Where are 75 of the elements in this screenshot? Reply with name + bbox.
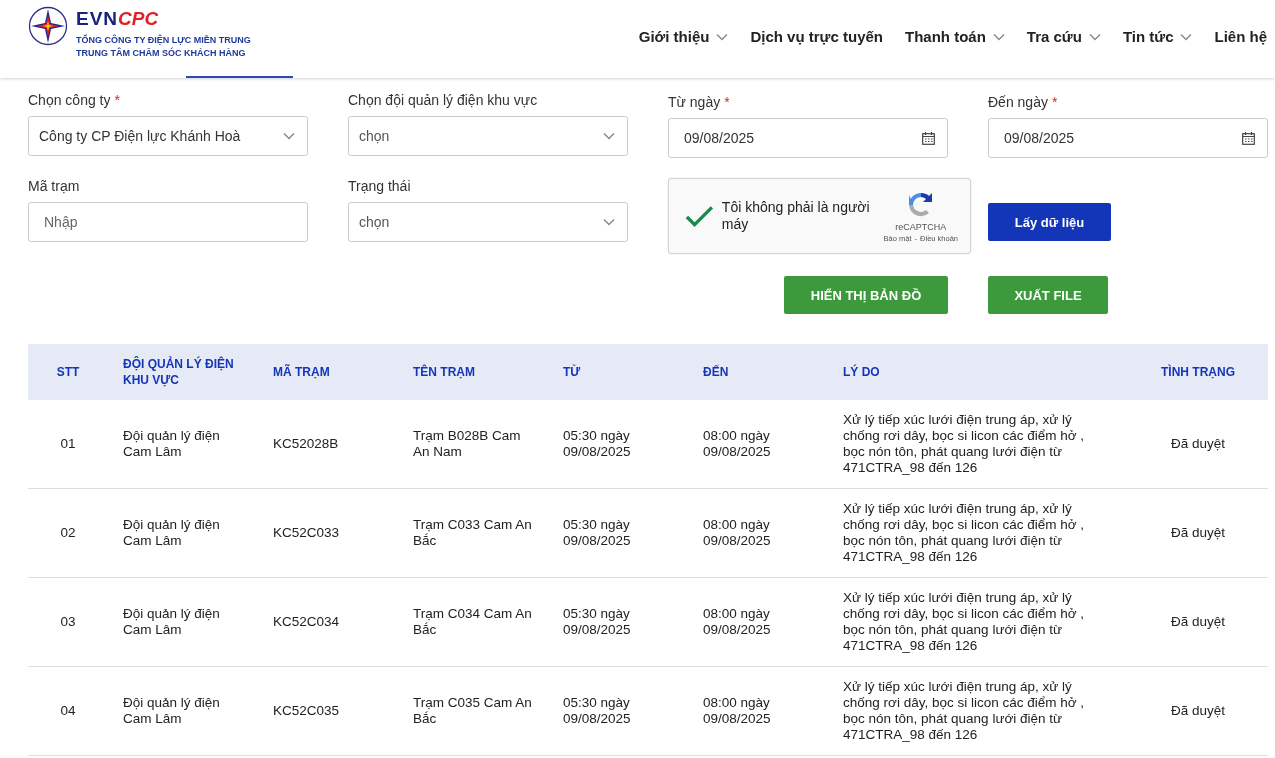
table-cell-text: Xử lý tiếp xúc lưới điện trung áp, xử lý chống rơi dây, bọc si licon các điểm hở , bọc nón tôn, phát quang lưới điện từ 471CTRA_98 đến 126: [842, 679, 1086, 743]
table-cell-text: 08:00 ngày 09/08/2025: [702, 428, 772, 460]
table-cell-text: KC52C034: [272, 614, 341, 630]
action-button[interactable]: HIỂN THỊ BẢN ĐỒ: [784, 276, 948, 314]
table-cell-text: 08:00 ngày 09/08/2025: [702, 695, 772, 727]
table-cell-text: Đã duyệt: [1169, 703, 1226, 719]
company-name: TỔNG CÔNG TY ĐIỆN LỰC MIỀN TRUNG: [76, 34, 251, 47]
table-cell-text: 04: [59, 703, 77, 719]
table-cell-text: Xử lý tiếp xúc lưới điện trung áp, xử lý chống rơi dây, bọc si licon các điểm hở , bọc nón tôn, phát quang lưới điện từ 471CTRA_98 đến 126: [842, 590, 1086, 654]
nav-item[interactable]: Liên hệ: [1214, 28, 1267, 45]
table-cell-text: 03: [59, 614, 77, 630]
column-header: ĐẾN: [702, 364, 730, 380]
company-subtitle: TRUNG TÂM CHĂM SÓC KHÁCH HÀNG: [76, 47, 247, 60]
table-cell-text: Đội quản lý điện Cam Lâm: [122, 606, 221, 638]
nav-item[interactable]: Dịch vụ trực tuyến: [750, 28, 883, 45]
select-field[interactable]: Công ty CP Điện lực Khánh Hoà: [28, 116, 308, 156]
column-header: LÝ DO: [842, 364, 881, 380]
nav-item[interactable]: Thanh toán: [905, 28, 1005, 45]
captcha-label: Tôi không phải là người máy: [721, 199, 871, 233]
table-cell-text: 05:30 ngày 09/08/2025: [562, 606, 632, 638]
recaptcha-logo-icon: [908, 192, 932, 216]
table-cell-text: Trạm C035 Cam An Bắc: [412, 695, 533, 727]
field-label: Đến ngày *: [988, 94, 1059, 112]
action-button[interactable]: Lấy dữ liệu: [988, 203, 1111, 241]
table-cell-text: Trạm B028B Cam An Nam: [412, 428, 522, 460]
calendar-icon: [922, 131, 935, 145]
chevron-down-icon: [603, 218, 615, 226]
calendar-icon: [1242, 131, 1255, 145]
logo-text: EVN: [76, 8, 119, 30]
field-label: Chọn đội quản lý điện khu vực: [348, 92, 539, 110]
table-cell-text: Đã duyệt: [1169, 436, 1226, 452]
table-cell-text: KC52C035: [272, 703, 341, 719]
table-cell-text: Trạm C033 Cam An Bắc: [412, 517, 533, 549]
select-field[interactable]: chọn: [348, 202, 628, 242]
field-label: Từ ngày *: [668, 94, 731, 112]
table-cell-text: KC52C033: [272, 525, 341, 541]
table-cell-text: 01: [59, 436, 77, 452]
table-cell-text: Đã duyệt: [1169, 525, 1226, 541]
chevron-down-icon: [283, 132, 295, 140]
table-cell-text: 05:30 ngày 09/08/2025: [562, 428, 632, 460]
table-cell-text: Đội quản lý điện Cam Lâm: [122, 695, 221, 727]
date-field[interactable]: 09/08/2025: [988, 118, 1268, 158]
recaptcha-brand: reCAPTCHA: [895, 221, 947, 232]
column-header: TỪ: [562, 364, 582, 380]
table-cell-text: 08:00 ngày 09/08/2025: [702, 517, 772, 549]
nav-item[interactable]: Tra cứu: [1026, 28, 1101, 45]
table-cell-text: Xử lý tiếp xúc lưới điện trung áp, xử lý chống rơi dây, bọc si licon các điểm hở , bọc nón tôn, phát quang lưới điện từ 471CTRA_98 đến 126: [842, 501, 1086, 565]
column-header: TÊN TRẠM: [412, 364, 476, 380]
chevron-down-icon: [603, 132, 615, 140]
nav-item[interactable]: Tin tức: [1122, 28, 1193, 45]
field-label: Chọn công ty *: [28, 92, 121, 110]
column-header: STT: [55, 364, 81, 380]
logo-text: CPC: [118, 8, 159, 30]
date-field[interactable]: 09/08/2025: [668, 118, 948, 158]
field-label: Mã trạm: [28, 178, 81, 196]
table-cell-text: 05:30 ngày 09/08/2025: [562, 517, 632, 549]
column-header: TÌNH TRẠNG: [1160, 364, 1236, 380]
table-cell-text: KC52028B: [272, 436, 340, 452]
select-field[interactable]: chọn: [348, 116, 628, 156]
field-label: Trạng thái: [348, 178, 412, 196]
action-button[interactable]: XUẤT FILE: [988, 276, 1108, 314]
table-cell-text: Đội quản lý điện Cam Lâm: [122, 428, 221, 460]
table-cell-text: Trạm C034 Cam An Bắc: [412, 606, 533, 638]
logo-icon: [28, 6, 68, 46]
table-cell-text: Xử lý tiếp xúc lưới điện trung áp, xử lý chống rơi dây, bọc si licon các điểm hở , bọc nón tôn, phát quang lưới điện từ 471CTRA_98 đến 126: [842, 412, 1086, 476]
input-field[interactable]: Nhập: [28, 202, 308, 242]
column-header: MÃ TRẠM: [272, 364, 331, 380]
table-cell-text: 05:30 ngày 09/08/2025: [562, 695, 632, 727]
table-cell-text: Đội quản lý điện Cam Lâm: [122, 517, 221, 549]
table-cell-text: Đã duyệt: [1169, 614, 1226, 630]
column-header: ĐỘI QUẢN LÝ ĐIỆN KHU VỰC: [122, 356, 235, 388]
nav-item[interactable]: Giới thiệu: [638, 28, 729, 45]
checkmark-icon[interactable]: [685, 204, 714, 228]
table-cell-text: 08:00 ngày 09/08/2025: [702, 606, 772, 638]
table-cell-text: 02: [59, 525, 77, 541]
